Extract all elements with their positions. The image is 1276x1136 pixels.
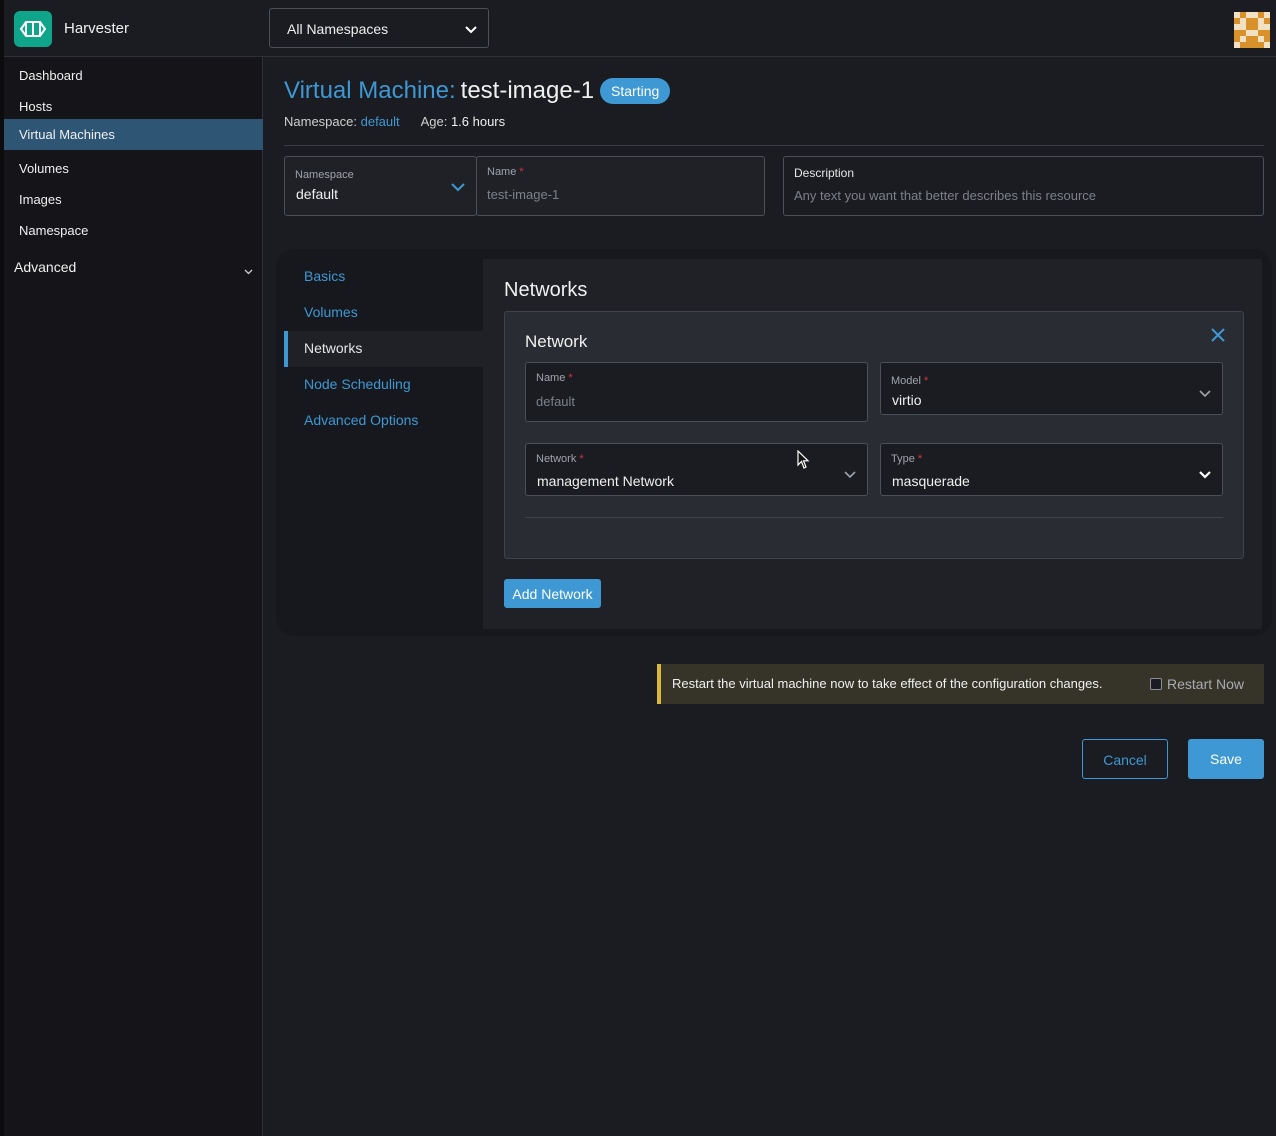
chevron-down-icon (244, 262, 253, 278)
close-icon[interactable] (1209, 326, 1227, 344)
user-avatar[interactable] (1234, 12, 1270, 48)
top-bar: Harvester All Namespaces (4, 0, 1276, 57)
networks-content: Networks Network Name * default Model * … (483, 259, 1262, 629)
name-field[interactable]: Name * test-image-1 (476, 156, 765, 216)
namespace-filter-select[interactable]: All Namespaces (269, 8, 489, 48)
name-field-label: Name * (487, 166, 524, 178)
name-field-value: test-image-1 (487, 187, 560, 202)
restart-banner-text: Restart the virtual machine now to take … (672, 676, 1103, 691)
namespace-select[interactable]: Namespace default (284, 156, 477, 216)
sidebar-item-virtual-machines[interactable]: Virtual Machines (4, 119, 263, 150)
chevron-down-icon (464, 22, 478, 38)
chevron-down-icon (1198, 466, 1212, 482)
chevron-down-icon (450, 179, 466, 195)
network-card-title: Network (525, 332, 588, 351)
add-network-button[interactable]: Add Network (504, 579, 601, 608)
sidebar-item-dashboard[interactable]: Dashboard (4, 60, 263, 91)
page-title-prefix: Virtual Machine: (284, 77, 456, 104)
sidebar-group-label: Advanced (14, 259, 77, 275)
model-select-value: virtio (892, 392, 922, 408)
sidebar: Dashboard Hosts Virtual Machines Volumes… (4, 57, 263, 1136)
age-meta-value: 1.6 hours (450, 114, 506, 129)
side-tabs: Basics Volumes Networks Node Scheduling … (284, 259, 483, 439)
network-select-value: management Network (537, 473, 674, 489)
network-name-value: default (536, 394, 576, 409)
tab-networks[interactable]: Networks (284, 331, 483, 367)
namespace-meta-link[interactable]: default (361, 114, 400, 129)
restart-now-checkbox[interactable] (1150, 678, 1162, 690)
namespace-select-value: default (296, 186, 339, 202)
page-title-name: test-image-1 (460, 77, 595, 104)
type-select-value: masquerade (892, 473, 970, 489)
harvester-logo-icon[interactable] (14, 11, 52, 47)
sidebar-item-images[interactable]: Images (4, 184, 263, 215)
networks-title: Networks (504, 279, 588, 301)
network-select[interactable]: Network * management Network (525, 443, 868, 496)
edit-panel: Basics Volumes Networks Node Scheduling … (276, 249, 1272, 636)
sidebar-group-advanced[interactable]: Advanced (4, 251, 263, 282)
resource-meta: Namespace: default Age: 1.6 hours (284, 114, 505, 129)
description-field-placeholder: Any text you want that better describes … (794, 188, 1097, 203)
network-name-label: Name * (536, 372, 573, 384)
tab-node-scheduling[interactable]: Node Scheduling (284, 367, 483, 403)
namespace-select-label: Namespace (295, 169, 354, 181)
description-field-label: Description (794, 166, 855, 180)
save-button[interactable]: Save (1188, 739, 1264, 779)
page-title: Virtual Machine: test-image-1 Starting (284, 77, 671, 105)
network-card: Network Name * default Model * virtio Ne… (504, 311, 1244, 559)
description-field[interactable]: Description Any text you want that bette… (783, 156, 1264, 216)
tab-volumes[interactable]: Volumes (284, 295, 483, 331)
status-badge: Starting (600, 78, 671, 104)
chevron-down-icon (1198, 385, 1212, 401)
network-select-label: Network * (536, 453, 584, 465)
sidebar-item-hosts[interactable]: Hosts (4, 91, 263, 122)
restart-banner: Restart the virtual machine now to take … (657, 664, 1264, 704)
type-select[interactable]: Type * masquerade (880, 443, 1223, 496)
card-divider (525, 517, 1223, 518)
namespace-meta-label: Namespace: (284, 114, 357, 129)
namespace-filter-value: All Namespaces (287, 21, 389, 37)
tab-advanced-options[interactable]: Advanced Options (284, 403, 483, 439)
chevron-down-icon (843, 466, 857, 482)
app-title: Harvester (64, 20, 130, 37)
sidebar-item-volumes[interactable]: Volumes (4, 153, 263, 184)
type-select-label: Type * (891, 453, 923, 465)
cancel-button[interactable]: Cancel (1082, 739, 1168, 779)
mouse-pointer-icon (797, 449, 810, 473)
model-select[interactable]: Model * virtio (880, 362, 1223, 415)
network-name-field[interactable]: Name * default (525, 362, 868, 422)
main-content: Virtual Machine: test-image-1 Starting N… (264, 57, 1276, 1136)
model-select-label: Model * (891, 375, 929, 387)
divider (284, 145, 1264, 146)
restart-now-label[interactable]: Restart Now (1167, 676, 1244, 692)
sidebar-item-namespace[interactable]: Namespace (4, 215, 263, 246)
age-meta-label: Age: (420, 114, 448, 129)
tab-basics[interactable]: Basics (284, 259, 483, 295)
